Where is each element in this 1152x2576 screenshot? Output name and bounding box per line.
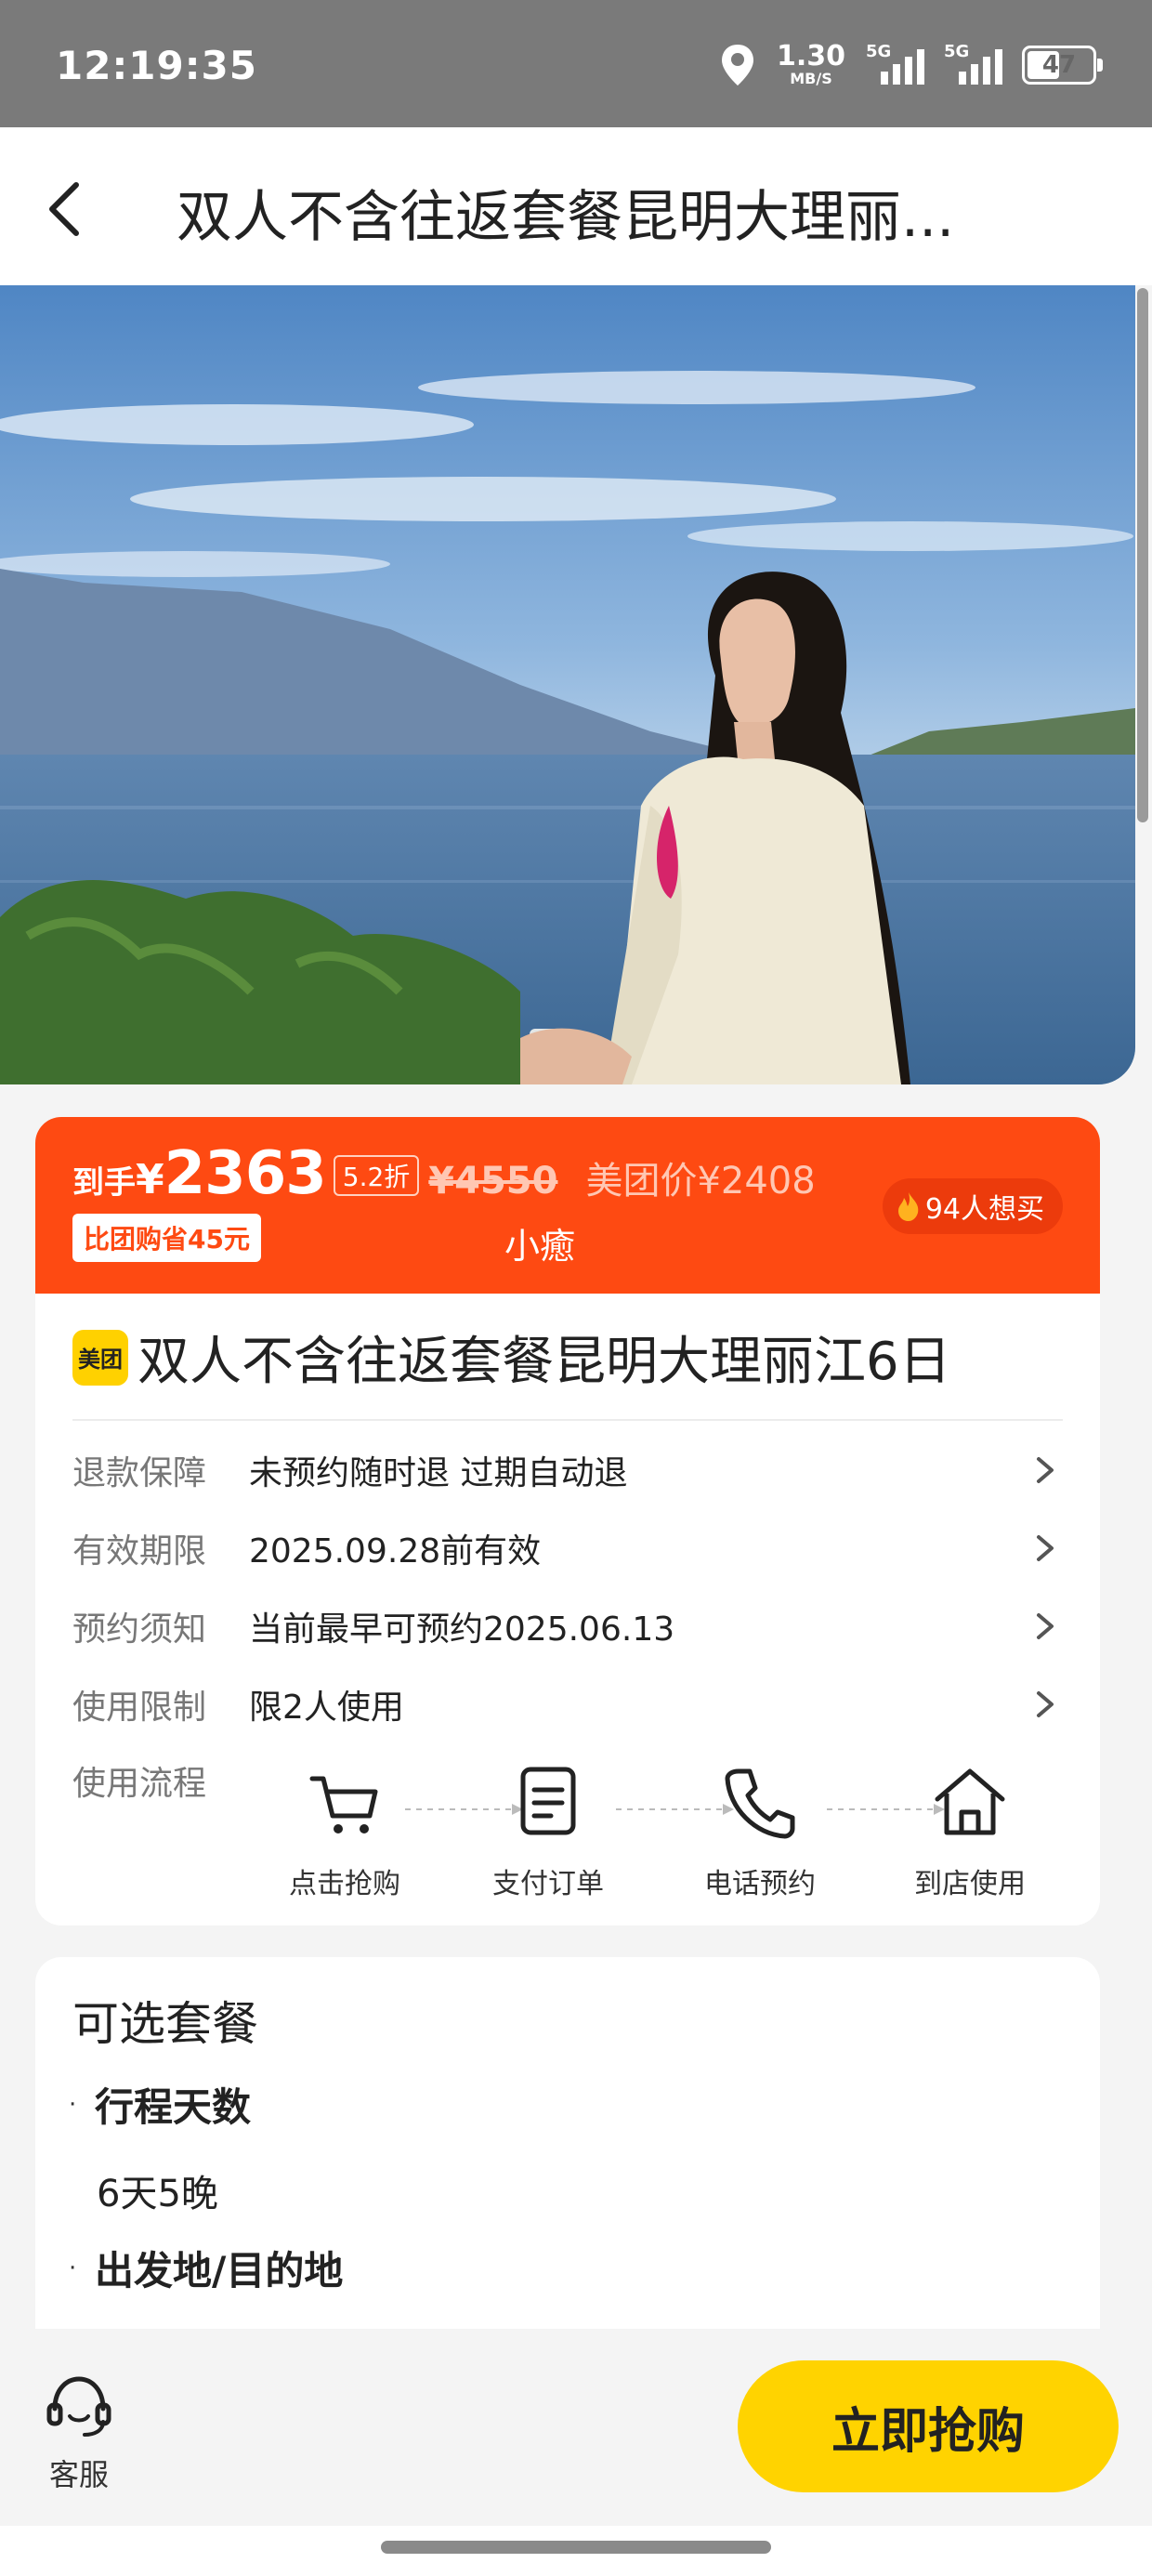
divider <box>72 1419 1063 1421</box>
battery-level: 47 <box>1041 51 1077 79</box>
chevron-right-icon <box>1037 1691 1054 1717</box>
status-bar: 12:19:35 1.30 MB/S 5G 5G 47 <box>0 0 1152 127</box>
page-header: 双人不含往返套餐昆明大理丽... <box>0 127 1152 285</box>
step-phone-booking: 电话预约 <box>686 1760 834 1901</box>
package-subtitle: 出发地/目的地 <box>95 2248 344 2293</box>
currency-symbol: ¥ <box>136 1156 164 1203</box>
signal-bars-icon <box>881 49 924 85</box>
service-label: 客服 <box>48 2457 109 2492</box>
row-value: 未预约随时退 过期自动退 <box>249 1454 628 1492</box>
customer-service-button[interactable]: 客服 <box>37 2368 121 2494</box>
bottom-action-bar: 客服 立即抢购 <box>0 2329 1152 2526</box>
signal-5g-2: 5G <box>944 42 1002 88</box>
step-pay-order: 支付订单 <box>474 1760 622 1901</box>
usage-flow-label: 使用流程 <box>72 1765 207 1803</box>
phone-icon <box>725 1768 795 1839</box>
battery-icon: 47 <box>1022 46 1103 85</box>
home-indicator[interactable] <box>381 2541 771 2554</box>
flame-icon <box>897 1192 919 1221</box>
package-section-title: 可选套餐 <box>72 1997 258 2051</box>
row-booking-notice[interactable]: 预约须知 当前最早可预约2025.06.13 <box>72 1594 1063 1659</box>
step-label: 到店使用 <box>914 1868 1026 1900</box>
row-value: 当前最早可预约2025.06.13 <box>249 1610 675 1649</box>
chevron-right-icon <box>1037 1535 1054 1561</box>
row-refund[interactable]: 退款保障 未预约随时退 过期自动退 <box>72 1438 1063 1503</box>
buy-now-button[interactable]: 立即抢购 <box>738 2360 1119 2492</box>
price-line: 到手 ¥ 2363 5.2折 ¥4550 美团价¥2408 <box>72 1139 816 1208</box>
chevron-right-icon <box>1037 1613 1054 1639</box>
headset-icon <box>46 2376 111 2437</box>
meituan-logo: 美团 <box>72 1329 128 1386</box>
store-icon <box>935 1768 1005 1835</box>
want-count: 94人想买 <box>924 1193 1044 1226</box>
final-price: 2363 <box>164 1139 327 1208</box>
step-label: 点击抢购 <box>289 1868 400 1900</box>
price-banner: 到手 ¥ 2363 5.2折 ¥4550 美团价¥2408 比团购省45元 小癒… <box>35 1117 1100 1294</box>
row-value: 2025.09.28前有效 <box>249 1532 542 1571</box>
row-value: 限2人使用 <box>249 1689 404 1727</box>
meituan-price: 美团价¥2408 <box>585 1160 816 1203</box>
page-title: 双人不含往返套餐昆明大理丽... <box>177 185 955 250</box>
hero-image[interactable] <box>0 285 1135 1084</box>
status-time: 12:19:35 <box>56 43 257 88</box>
status-icons: 1.30 MB/S 5G 5G 47 <box>719 37 1103 93</box>
step-label: 支付订单 <box>492 1868 604 1900</box>
product-name: 双人不含往返套餐昆明大理丽江6日 <box>137 1332 951 1392</box>
back-arrow-icon[interactable] <box>39 172 95 246</box>
row-validity[interactable]: 有效期限 2025.09.28前有效 <box>72 1516 1063 1581</box>
row-key: 使用限制 <box>72 1689 207 1727</box>
package-options-card: 可选套餐 · 行程天数 6天5晚 · 出发地/目的地 <box>35 1957 1100 2329</box>
location-icon <box>721 45 753 85</box>
merchant-name[interactable]: 小癒 <box>504 1217 575 1268</box>
row-key: 退款保障 <box>72 1454 207 1492</box>
bullet-dot: · <box>69 2091 77 2119</box>
discount-badge: 5.2折 <box>333 1155 420 1196</box>
document-icon <box>520 1767 576 1835</box>
network-speed: 1.30 MB/S <box>776 40 845 87</box>
to-hand-label: 到手 <box>72 1164 136 1202</box>
step-label: 电话预约 <box>704 1868 816 1900</box>
row-key: 有效期限 <box>72 1532 207 1571</box>
row-usage-limit[interactable]: 使用限制 限2人使用 <box>72 1672 1063 1737</box>
want-count-pill: 94人想买 <box>882 1178 1063 1234</box>
chevron-right-icon <box>1037 1457 1054 1483</box>
scrollbar[interactable] <box>1137 288 1148 822</box>
original-price: ¥4550 <box>428 1160 558 1203</box>
signal-bars-icon <box>959 49 1002 85</box>
bullet-dot: · <box>69 2254 77 2282</box>
signal-5g-1: 5G <box>866 42 924 88</box>
cart-icon <box>309 1776 378 1833</box>
save-badge: 比团购省45元 <box>72 1214 261 1262</box>
step-store-use: 到店使用 <box>896 1760 1044 1901</box>
product-title: 美团 双人不含往返套餐昆明大理丽江6日 <box>72 1320 951 1395</box>
product-info-card: 美团 双人不含往返套餐昆明大理丽江6日 退款保障 未预约随时退 过期自动退 有效… <box>35 1294 1100 1925</box>
row-key: 预约须知 <box>72 1610 207 1649</box>
step-click-buy: 点击抢购 <box>270 1760 419 1901</box>
package-option-value[interactable]: 6天5晚 <box>97 2163 218 2217</box>
package-subtitle: 行程天数 <box>95 2084 252 2130</box>
